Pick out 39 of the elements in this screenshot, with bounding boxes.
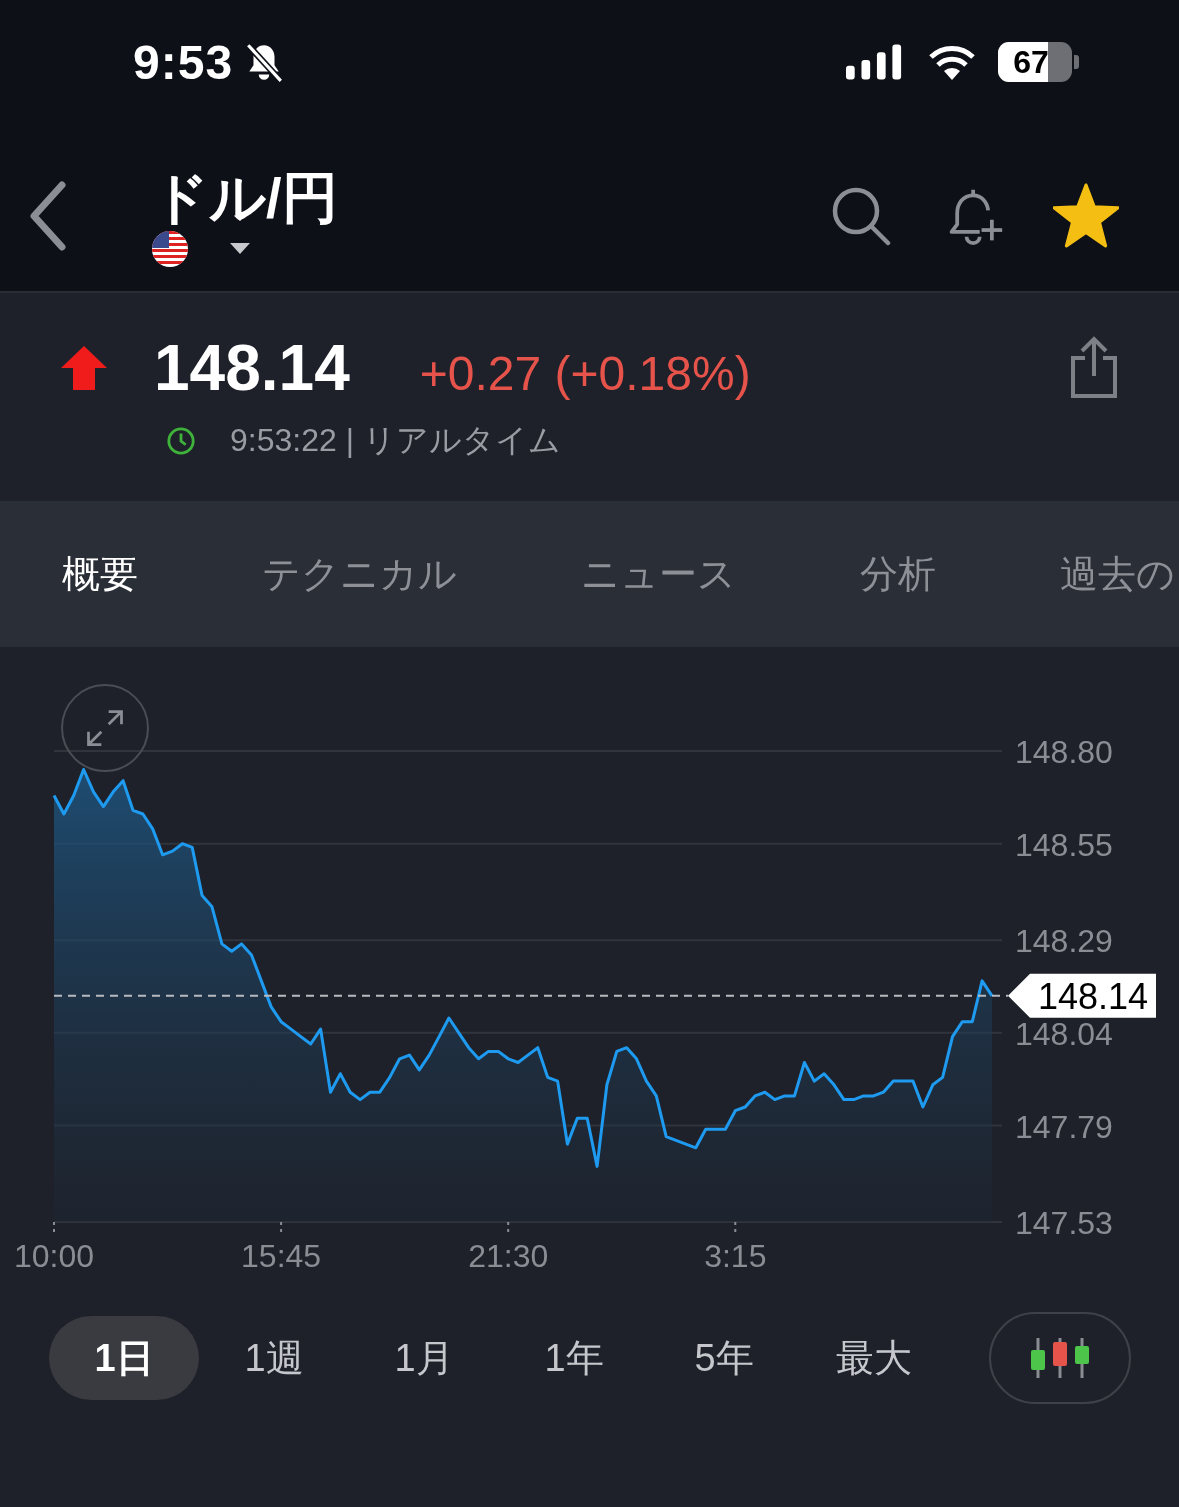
price-value: 148.14 (154, 331, 350, 405)
x-axis-label: 21:30 (468, 1238, 549, 1274)
range-tab[interactable]: 1年 (499, 1316, 649, 1400)
search-icon[interactable] (831, 185, 891, 246)
range-tab[interactable]: 1月 (349, 1316, 499, 1400)
y-axis-label: 148.55 (1015, 826, 1113, 863)
y-axis-label: 147.53 (1015, 1205, 1113, 1241)
y-axis-label: 148.04 (1015, 1015, 1113, 1052)
share-icon[interactable] (1069, 336, 1119, 400)
range-tab[interactable]: 5年 (649, 1316, 799, 1400)
section-tab[interactable]: 過去の (1060, 548, 1175, 600)
range-tab[interactable]: 最大 (799, 1316, 949, 1400)
section-tab[interactable]: 分析 (860, 548, 936, 600)
candlestick-chart-button[interactable] (989, 1312, 1131, 1404)
section-tab[interactable]: ニュース (581, 548, 736, 600)
timestamp-text: 9:53:22 | リアルタイム (230, 421, 561, 460)
candlestick-icon (1028, 1336, 1092, 1380)
expand-chart-button[interactable] (61, 684, 149, 772)
x-axis-label: 10:00 (13, 1238, 95, 1274)
ref-line-label: 148.14 (1037, 975, 1149, 1017)
clock-icon (166, 426, 196, 456)
range-tab[interactable]: 1日 (49, 1316, 199, 1400)
x-axis-label: 3:15 (704, 1238, 767, 1274)
signal-icon (846, 42, 904, 82)
y-axis-label: 148.29 (1015, 923, 1113, 960)
y-axis-label: 148.80 (1015, 734, 1113, 770)
y-axis-label: 147.79 (1015, 1108, 1113, 1145)
section-tab[interactable]: 概要 (62, 548, 138, 600)
x-axis-label: 15:45 (241, 1238, 322, 1274)
caret-icon[interactable] (230, 242, 250, 255)
flag-icon (152, 230, 188, 267)
star-icon[interactable] (1053, 182, 1119, 249)
back-icon[interactable] (28, 180, 68, 251)
price-change: +0.27 (+0.18%) (419, 345, 751, 401)
status-time: 9:53 (133, 34, 234, 90)
range-tab[interactable]: 1週 (199, 1316, 349, 1400)
pair-title: ドル/円 (152, 164, 338, 231)
section-tab[interactable]: テクニカル (262, 548, 457, 600)
current-price-line: 148.14 (53, 973, 1156, 1018)
